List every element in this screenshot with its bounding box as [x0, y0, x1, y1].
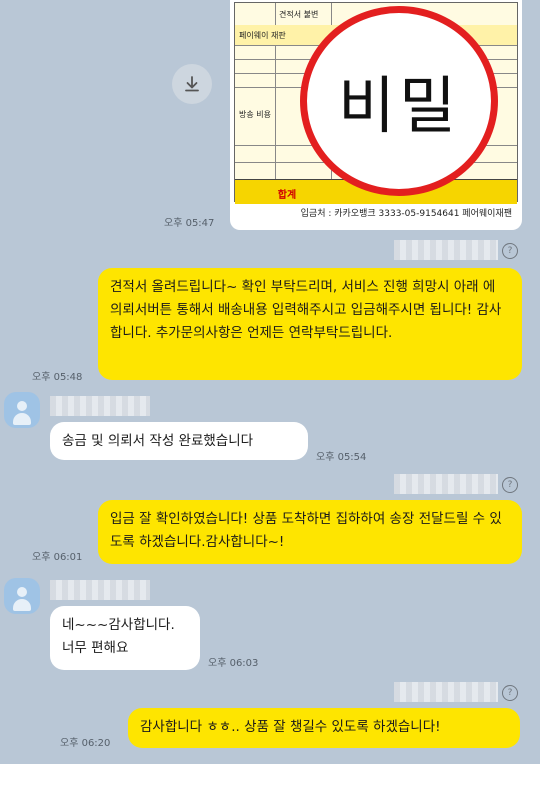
- message-line: 네~~~감사합니다.: [62, 617, 175, 633]
- sender-name-redacted: [50, 580, 150, 600]
- person-icon[interactable]: [4, 392, 40, 428]
- question-icon[interactable]: ?: [502, 685, 518, 701]
- message-time: 오후 05:47: [164, 218, 215, 229]
- payment-info: 입금처 : 카카오뱅크 3333-05-9154641 페어웨이재팬: [300, 209, 512, 219]
- message-time: 오후 05:54: [316, 452, 367, 463]
- table-row-label: 견적서 불변: [279, 10, 319, 19]
- person-icon[interactable]: [4, 578, 40, 614]
- message-bubble-mine[interactable]: 입금 잘 확인하였습니다! 상품 도착하면 집하하여 송장 전달드릴 수 있도록…: [98, 500, 522, 564]
- message-line: 너무 편해요: [62, 640, 129, 656]
- chat-area[interactable]: 견적서 불변 페이웨이 재판 방송 비용 합계 입금처 : 카카오뱅크 3333…: [0, 0, 540, 764]
- question-icon[interactable]: ?: [502, 477, 518, 493]
- message-time: 오후 06:20: [60, 738, 111, 749]
- table-row-label: 페이웨이 재판: [239, 31, 286, 40]
- total-label: 합계: [277, 190, 297, 201]
- download-button[interactable]: [172, 64, 212, 104]
- message-time: 오후 05:48: [32, 372, 83, 383]
- stamp-text: 비밀: [337, 69, 461, 142]
- sender-name-redacted: [394, 682, 498, 702]
- table-row-label: 방송 비용: [239, 110, 271, 119]
- download-icon: [185, 76, 199, 92]
- message-bubble-theirs[interactable]: 송금 및 의뢰서 작성 완료했습니다: [50, 422, 308, 460]
- sender-name-redacted: [394, 240, 498, 260]
- question-icon[interactable]: ?: [502, 243, 518, 259]
- message-time: 오후 06:01: [32, 552, 83, 563]
- message-time: 오후 06:03: [208, 658, 259, 669]
- message-bubble-mine[interactable]: 감사합니다 ㅎㅎ.. 상품 잘 챙길수 있도록 하겠습니다!: [128, 708, 520, 748]
- sender-name-redacted: [50, 396, 150, 416]
- sender-name-redacted: [394, 474, 498, 494]
- secret-stamp: 비밀: [300, 6, 498, 196]
- message-bubble-theirs[interactable]: 네~~~감사합니다. 너무 편해요: [50, 606, 200, 670]
- message-bubble-mine[interactable]: 견적서 올려드립니다~ 확인 부탁드리며, 서비스 진행 희망시 아래 에 의뢰…: [98, 268, 522, 380]
- bottom-blank-area: [0, 764, 540, 800]
